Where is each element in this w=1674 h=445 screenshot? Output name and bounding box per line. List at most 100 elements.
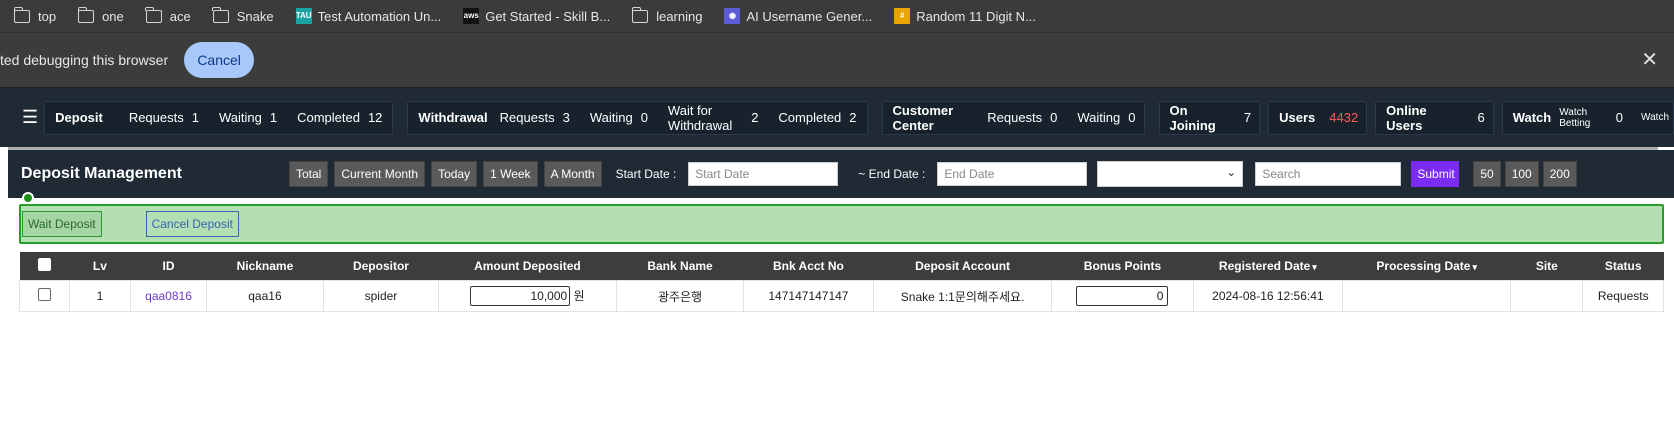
deposit-waiting-count: 1 xyxy=(269,110,278,125)
bookmark-item[interactable]: learning xyxy=(631,6,702,24)
date-filter-button[interactable]: Today xyxy=(431,161,478,187)
table-header-row: Lv ID Nickname Depositor Amount Deposited Ban… xyxy=(19,252,1664,281)
customer-center-summary: Customer Center Requests 0 Waiting 0 xyxy=(881,100,1145,135)
bookmark-item[interactable]: aws Get Started - Skill B... xyxy=(463,8,610,24)
sort-caret-icon[interactable]: ▾ xyxy=(1312,262,1317,272)
bookmark-label: Test Automation Un... xyxy=(317,8,442,24)
bonus-input[interactable]: 0 xyxy=(1076,286,1169,306)
online-users-title[interactable]: Online Users xyxy=(1380,103,1463,133)
end-date-label: ~ End Date : xyxy=(858,167,926,181)
menu-icon[interactable]: ☰ xyxy=(22,107,38,128)
page-size-button[interactable]: 200 xyxy=(1542,161,1577,187)
submit-button[interactable]: Submit xyxy=(1411,161,1460,187)
withdrawal-requests-label[interactable]: Requests xyxy=(500,110,555,125)
nickname-cell: qaa16 xyxy=(205,280,325,312)
bookmark-item[interactable]: TAU Test Automation Un... xyxy=(295,8,442,24)
deposit-completed-count: 12 xyxy=(367,110,383,125)
withdrawal-title[interactable]: Withdrawal xyxy=(412,110,493,125)
on-joining-title[interactable]: On Joining xyxy=(1164,103,1236,133)
select-all-checkbox[interactable] xyxy=(37,258,51,271)
folder-icon xyxy=(631,6,649,23)
customer-waiting-label[interactable]: Waiting xyxy=(1077,110,1120,125)
tau-favicon: TAU xyxy=(295,8,312,24)
close-icon[interactable]: ✕ xyxy=(1641,47,1658,72)
watch-more-label[interactable]: Watch xyxy=(1641,112,1669,123)
online-users-count: 6 xyxy=(1477,110,1485,125)
column-header-label: Processing Date xyxy=(1376,259,1471,273)
chevron-down-icon: ⌄ xyxy=(1226,165,1237,179)
bookmark-label: one xyxy=(102,8,124,24)
withdrawal-wait-label[interactable]: Wait for Withdrawal xyxy=(668,103,743,133)
search-input[interactable]: Search xyxy=(1255,162,1402,186)
column-header[interactable]: Registered Date ▾ xyxy=(1193,252,1343,281)
filter-select[interactable]: ⌄ xyxy=(1097,161,1244,187)
cancel-deposit-button[interactable]: Cancel Deposit xyxy=(145,211,239,237)
column-header: Deposit Account xyxy=(873,252,1052,281)
users-title[interactable]: Users xyxy=(1273,110,1321,125)
deposit-account-cell: Snake 1:1문의해주세요. xyxy=(872,280,1053,312)
column-header: Nickname xyxy=(206,252,324,281)
date-filter-button[interactable]: 1 Week xyxy=(483,161,538,187)
column-header[interactable]: Processing Date ▾ xyxy=(1342,252,1511,281)
amount-cell: 10,000 원 xyxy=(437,280,618,312)
customer-requests-label[interactable]: Requests xyxy=(987,110,1042,125)
online-users-summary: Online Users 6 xyxy=(1375,100,1494,135)
date-filter-button[interactable]: Current Month xyxy=(334,161,426,187)
customer-center-title[interactable]: Customer Center xyxy=(887,103,984,133)
amount-input[interactable]: 10,000 xyxy=(470,286,571,306)
start-date-input[interactable]: Start Date xyxy=(688,162,839,186)
page-size-button[interactable]: 50 xyxy=(1473,161,1501,187)
ai-favicon: ◉ xyxy=(724,8,741,24)
bookmark-item[interactable]: Snake xyxy=(212,6,274,24)
deposit-requests-label[interactable]: Requests xyxy=(129,110,184,125)
withdrawal-wait-count: 2 xyxy=(751,110,759,125)
sort-caret-icon[interactable]: ▾ xyxy=(1472,262,1477,272)
date-filter-button[interactable]: A Month xyxy=(543,161,602,187)
column-header-label: Status xyxy=(1604,259,1642,273)
row-select-cell xyxy=(19,280,70,312)
end-date-input[interactable]: End Date xyxy=(937,162,1088,186)
wait-deposit-button[interactable]: Wait Deposit xyxy=(22,211,102,237)
deposit-requests-count: 1 xyxy=(191,110,199,125)
watch-betting-count: 0 xyxy=(1615,110,1624,125)
date-filter-button[interactable]: Total xyxy=(289,161,329,187)
bookmark-item[interactable]: # Random 11 Digit N... xyxy=(894,8,1036,24)
folder-icon xyxy=(13,6,30,23)
withdrawal-requests-count: 3 xyxy=(562,110,570,125)
watch-summary: Watch Watch Betting 0 Watch xyxy=(1501,100,1674,135)
row-checkbox[interactable] xyxy=(37,288,51,301)
folder-icon xyxy=(145,6,162,23)
page-size-button[interactable]: 100 xyxy=(1504,161,1539,187)
column-header: Bank Name xyxy=(616,252,744,281)
user-id-link[interactable]: qaa0816 xyxy=(145,289,192,303)
bookmark-label: AI Username Gener... xyxy=(746,8,873,24)
bookmark-item[interactable]: ◉ AI Username Gener... xyxy=(724,8,872,24)
deposit-completed-label[interactable]: Completed xyxy=(297,110,360,125)
withdrawal-completed-label[interactable]: Completed xyxy=(778,110,841,125)
select-all-header xyxy=(19,252,69,281)
watch-title[interactable]: Watch xyxy=(1507,110,1558,125)
column-header: Amount Deposited xyxy=(438,252,617,281)
withdrawal-waiting-count: 0 xyxy=(640,110,648,125)
column-header-label: Amount Deposited xyxy=(474,259,581,273)
bookmark-item[interactable]: top xyxy=(13,6,56,24)
bookmark-label: Get Started - Skill B... xyxy=(485,8,611,24)
customer-requests-count: 0 xyxy=(1050,110,1058,125)
column-header-label: Bnk Acct No xyxy=(772,259,844,273)
debugging-message: ted debugging this browser xyxy=(0,52,169,68)
bookmark-item[interactable]: ace xyxy=(145,6,191,24)
withdrawal-waiting-label[interactable]: Waiting xyxy=(590,110,633,125)
on-joining-summary: On Joining 7 xyxy=(1158,100,1261,135)
start-date-label: Start Date : xyxy=(615,167,677,181)
status-cell: Requests xyxy=(1582,280,1664,312)
depositor-cell: spider xyxy=(323,280,439,312)
watch-betting-label[interactable]: Watch Betting xyxy=(1559,107,1608,129)
target-icon xyxy=(22,192,34,204)
bookmark-label: ace xyxy=(169,8,191,24)
deposit-waiting-label[interactable]: Waiting xyxy=(219,110,262,125)
column-header-label: Bonus Points xyxy=(1083,259,1162,273)
bookmark-item[interactable]: one xyxy=(77,6,124,24)
cancel-debugging-button[interactable]: Cancel xyxy=(184,42,255,78)
deposit-title[interactable]: Deposit xyxy=(49,110,109,125)
column-header-label: Bank Name xyxy=(647,259,713,273)
